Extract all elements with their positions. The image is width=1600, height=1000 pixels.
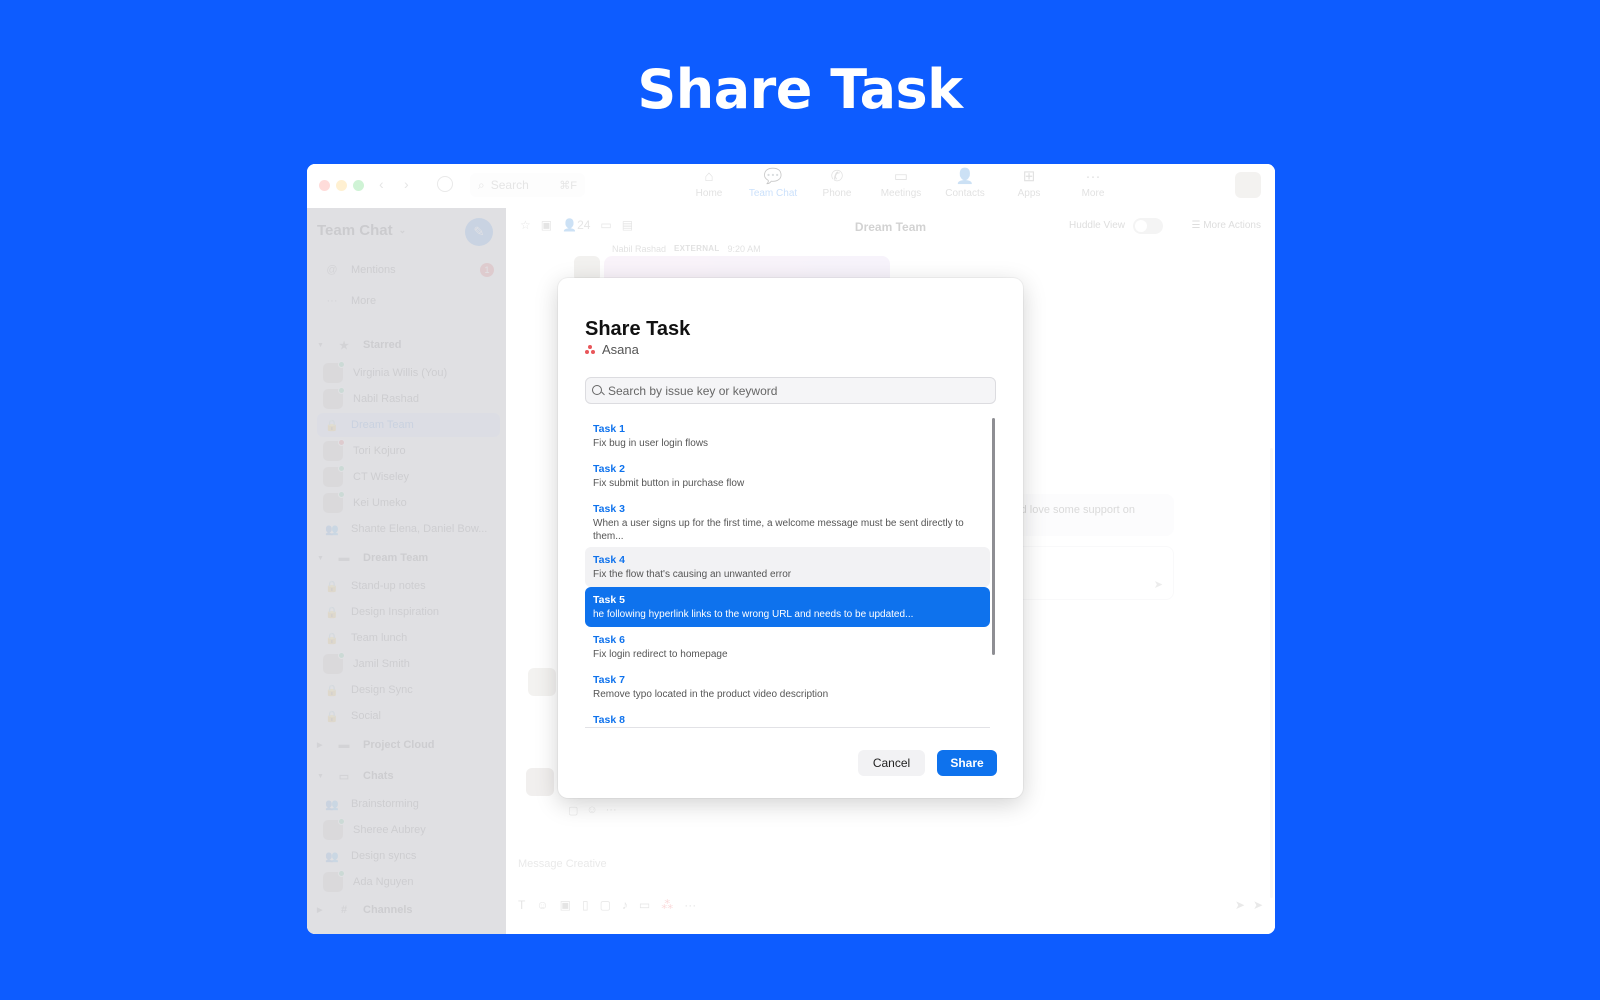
task-key: Task 3: [593, 503, 625, 515]
task-key: Task 5: [593, 594, 625, 606]
cancel-button[interactable]: Cancel: [858, 750, 925, 776]
share-button[interactable]: Share: [937, 750, 997, 776]
search-icon: [592, 384, 604, 397]
task-description: When a user signs up for the first time,…: [593, 518, 964, 542]
task-list-scrollbar[interactable]: [992, 418, 995, 655]
task-item[interactable]: Task 5 he following hyperlink links to th…: [585, 587, 990, 627]
task-description: Fix the flow that's causing an unwanted …: [593, 569, 792, 580]
task-item[interactable]: Task 4 Fix the flow that's causing an unw…: [585, 547, 990, 587]
task-key: Task 6: [593, 634, 625, 646]
hero-title: Share Task: [637, 58, 963, 121]
task-key: Task 1: [593, 423, 625, 435]
task-search[interactable]: [585, 377, 996, 404]
asana-icon: [585, 345, 595, 354]
task-search-input[interactable]: [608, 383, 989, 398]
task-description: he following hyperlink links to the wron…: [593, 609, 914, 620]
task-item[interactable]: Task 6 Fix login redirect to homepage: [585, 627, 990, 667]
task-item[interactable]: Task 7 Remove typo located in the product…: [585, 667, 990, 707]
sidebar-backdrop: [307, 208, 506, 934]
task-item[interactable]: Task 1 Fix bug in user login flows: [585, 416, 990, 456]
task-item[interactable]: Task 3 When a user signs up for the first…: [585, 496, 990, 549]
task-key: Task 2: [593, 463, 625, 475]
task-item[interactable]: Task 2 Fix submit button in purchase flow: [585, 456, 990, 496]
task-list: Task 1 Fix bug in user login flows Task 2 F…: [585, 416, 990, 728]
task-description: Fix bug in user login flows: [593, 438, 709, 449]
task-description: Fix login redirect to homepage: [593, 649, 728, 660]
dialog-title: Share Task: [585, 318, 691, 340]
task-item[interactable]: Task 8: [585, 707, 990, 727]
dialog-integration: Asana: [585, 342, 639, 357]
task-key: Task 8: [593, 714, 625, 726]
share-task-dialog: Share Task Asana Task 1 Fix bug in user l…: [558, 278, 1023, 798]
task-description: Fix submit button in purchase flow: [593, 478, 745, 489]
task-description: Remove typo located in the product video…: [593, 689, 829, 700]
integration-name: Asana: [602, 342, 639, 357]
task-key: Task 4: [593, 554, 625, 566]
task-key: Task 7: [593, 674, 625, 686]
